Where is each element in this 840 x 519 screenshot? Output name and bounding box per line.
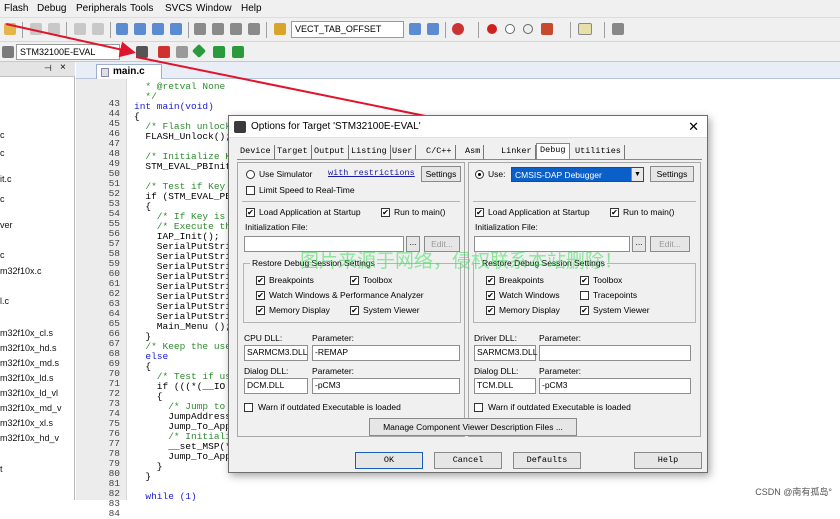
limit-speed-label: Limit Speed to Real-Time <box>259 185 355 195</box>
tab-debug[interactable]: Debug <box>536 143 570 160</box>
memory-display-checkbox-right[interactable]: ✔ <box>486 306 495 315</box>
run-to-main-checkbox-right[interactable]: ✔ <box>610 208 619 217</box>
line-number: 84 <box>108 508 120 519</box>
breakpoints-label: Breakpoints <box>269 275 314 285</box>
toolbox-label: Toolbox <box>363 275 393 285</box>
dialog-dll-field-right[interactable]: TCM.DLL <box>474 378 536 394</box>
system-viewer-checkbox-right[interactable]: ✔ <box>580 306 589 315</box>
ok-button[interactable]: OK <box>355 452 423 469</box>
memory-display-label: Memory Display <box>269 305 330 315</box>
dialog-dll-label: Dialog DLL: <box>244 366 289 376</box>
use-label: Use: <box>488 169 506 179</box>
breakpoints-checkbox-right[interactable]: ✔ <box>486 276 495 285</box>
load-app-checkbox-right[interactable]: ✔ <box>475 208 484 217</box>
credit-text: CSDN @南有孤岛° <box>755 487 832 497</box>
keil-app-icon <box>234 121 246 133</box>
tab-strip-line <box>237 159 702 160</box>
watch-windows-label-right: Watch Windows <box>499 290 560 300</box>
init-file-label-right: Initialization File: <box>475 222 538 232</box>
limit-speed-checkbox[interactable] <box>246 186 255 195</box>
init-file-edit-button-right[interactable]: Edit... <box>650 236 690 252</box>
init-file-label: Initialization File: <box>245 222 308 232</box>
warn-outdated-checkbox[interactable] <box>244 403 253 412</box>
driver-dll-field[interactable]: SARMCM3.DLL <box>474 345 537 361</box>
tracepoints-checkbox[interactable] <box>580 291 589 300</box>
dialog-dll-field[interactable]: DCM.DLL <box>244 378 308 394</box>
system-viewer-checkbox[interactable]: ✔ <box>350 306 359 315</box>
driver-dll-label: Driver DLL: <box>474 333 517 343</box>
system-viewer-label: System Viewer <box>363 305 420 315</box>
memory-display-checkbox[interactable]: ✔ <box>256 306 265 315</box>
memory-display-label-right: Memory Display <box>499 305 560 315</box>
debugger-combo[interactable]: CMSIS-DAP Debugger ▼ <box>511 167 644 182</box>
help-button[interactable]: Help <box>634 452 702 469</box>
tab-output[interactable]: Output <box>311 145 349 159</box>
cancel-button[interactable]: Cancel <box>434 452 502 469</box>
dialog-dll-label-right: Dialog DLL: <box>474 366 519 376</box>
debugger-panel: Use: CMSIS-DAP Debugger ▼ Settings ✔ Loa… <box>468 162 701 437</box>
driver-param-field[interactable] <box>539 345 691 361</box>
tab-asm[interactable]: Asm <box>462 145 485 159</box>
watch-windows-checkbox-right[interactable]: ✔ <box>486 291 495 300</box>
tab-device[interactable]: Device <box>237 145 275 159</box>
watch-windows-checkbox[interactable]: ✔ <box>256 291 265 300</box>
use-simulator-radio[interactable] <box>246 170 255 179</box>
warn-outdated-label-right: Warn if outdated Executable is loaded <box>488 402 631 412</box>
toolbox-checkbox-right[interactable]: ✔ <box>580 276 589 285</box>
simulator-panel: Use Simulator with restrictions Settings… <box>237 162 465 437</box>
dialog-param-label-right: Parameter: <box>539 366 582 376</box>
load-app-label: Load Application at Startup <box>259 207 361 217</box>
dialog-close-button[interactable]: ✕ <box>688 119 699 135</box>
init-file-browse-button-right[interactable]: ... <box>632 236 646 252</box>
tab-user[interactable]: User <box>389 145 417 159</box>
tab-listing[interactable]: Listing <box>348 145 391 159</box>
defaults-button[interactable]: Defaults <box>513 452 581 469</box>
cpu-param-field[interactable]: -REMAP <box>312 345 460 361</box>
debugger-settings-button[interactable]: Settings <box>650 166 694 182</box>
arrow-to-options-icon <box>5 23 136 58</box>
load-app-label-right: Load Application at Startup <box>488 207 590 217</box>
toolbox-label-right: Toolbox <box>593 275 623 285</box>
watermark-text: 图片来源于网络，侵权联系本站删除！ <box>300 250 624 272</box>
run-to-main-checkbox[interactable]: ✔ <box>381 208 390 217</box>
use-simulator-label: Use Simulator <box>259 169 313 179</box>
tab-c-cpp[interactable]: C/C++ <box>423 145 456 159</box>
driver-param-label: Parameter: <box>539 333 582 343</box>
run-to-main-label-right: Run to main() <box>623 207 675 217</box>
cpu-dll-label: CPU DLL: <box>244 333 283 343</box>
dialog-param-field-right[interactable]: -pCM3 <box>539 378 691 394</box>
tab-target[interactable]: Target <box>274 145 312 159</box>
chevron-down-icon[interactable]: ▼ <box>631 168 643 181</box>
tab-linker[interactable]: Linker <box>498 145 536 159</box>
tab-utilities[interactable]: Utilities <box>572 145 625 159</box>
simulator-settings-button[interactable]: Settings <box>421 166 461 182</box>
dialog-param-label: Parameter: <box>312 366 355 376</box>
system-viewer-label-right: System Viewer <box>593 305 650 315</box>
options-for-target-dialog: Options for Target 'STM32100E-EVAL' ✕ De… <box>228 115 708 473</box>
manage-component-viewer-button[interactable]: Manage Component Viewer Description File… <box>369 418 577 436</box>
cpu-dll-field[interactable]: SARMCM3.DLL <box>244 345 308 361</box>
debugger-combo-value: CMSIS-DAP Debugger <box>515 170 602 180</box>
breakpoints-label-right: Breakpoints <box>499 275 544 285</box>
watch-windows-label: Watch Windows & Performance Analyzer <box>269 290 424 300</box>
divider <box>242 201 460 202</box>
with-restrictions-link[interactable]: with restrictions <box>328 168 415 178</box>
use-debugger-radio[interactable] <box>475 170 484 179</box>
run-to-main-label: Run to main() <box>394 207 446 217</box>
breakpoints-checkbox[interactable]: ✔ <box>256 276 265 285</box>
dialog-param-field[interactable]: -pCM3 <box>312 378 460 394</box>
toolbox-checkbox[interactable]: ✔ <box>350 276 359 285</box>
warn-outdated-label: Warn if outdated Executable is loaded <box>258 402 401 412</box>
tracepoints-label: Tracepoints <box>593 290 638 300</box>
warn-outdated-checkbox-right[interactable] <box>474 403 483 412</box>
cpu-param-label: Parameter: <box>312 333 355 343</box>
dialog-title-bar: Options for Target 'STM32100E-EVAL' ✕ <box>229 116 707 138</box>
divider <box>473 201 696 202</box>
dialog-title: Options for Target 'STM32100E-EVAL' <box>251 121 421 132</box>
load-app-checkbox[interactable]: ✔ <box>246 208 255 217</box>
